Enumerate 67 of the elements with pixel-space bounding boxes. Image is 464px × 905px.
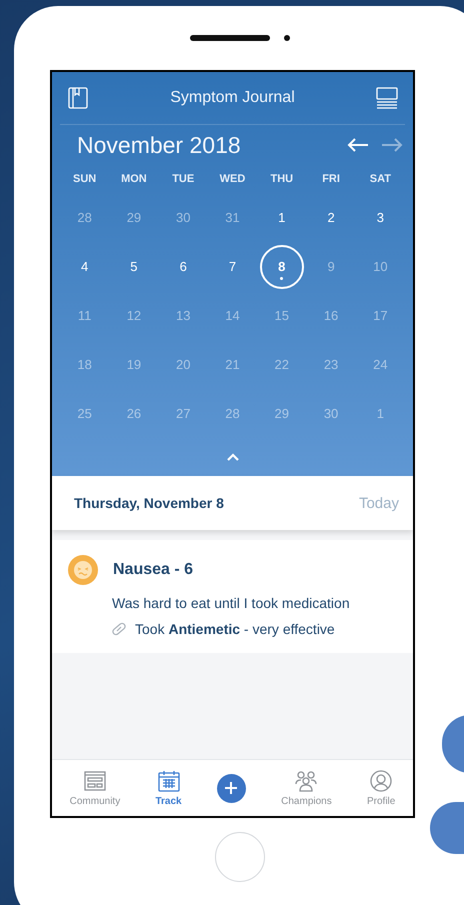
month-title: November 2018 bbox=[77, 132, 241, 158]
weekday-label: SUN bbox=[73, 173, 96, 185]
tab-item[interactable]: Community bbox=[70, 770, 120, 806]
screen-title: Symptom Journal bbox=[170, 89, 295, 107]
medication-note: Took Antiemetic - very effective bbox=[135, 621, 335, 637]
entry-note: Was hard to eat until I took medication bbox=[111, 595, 351, 611]
layout-icon bbox=[84, 770, 106, 792]
calendar-day[interactable]: 6 bbox=[161, 244, 206, 288]
list-view-icon[interactable] bbox=[376, 87, 398, 109]
weekday-label: TUE bbox=[172, 173, 194, 185]
weekday-label: FRI bbox=[322, 173, 340, 185]
calendar-day[interactable]: 26 bbox=[112, 392, 156, 436]
tab-item[interactable]: Champions bbox=[281, 770, 332, 806]
calendar-day[interactable]: 29 bbox=[112, 196, 156, 240]
calendar-day[interactable]: 24 bbox=[358, 342, 402, 386]
symptom-title: Nausea - 6 bbox=[113, 561, 194, 579]
calendar-day[interactable]: 25 bbox=[62, 392, 107, 436]
calendar-day[interactable]: 10 bbox=[358, 244, 402, 288]
calendar-day[interactable]: 23 bbox=[309, 342, 354, 386]
calendar-day[interactable]: 28 bbox=[62, 196, 107, 240]
entry-card[interactable]: Nausea - 6 Was hard to eat until I took medication Took Antiemetic - very effective bbox=[52, 540, 413, 653]
calendar-day[interactable]: 30 bbox=[161, 196, 206, 240]
calendar-day[interactable]: 7 bbox=[210, 244, 254, 288]
calendar-day[interactable]: 2 bbox=[309, 196, 354, 240]
user-icon bbox=[370, 770, 392, 792]
calendar-day[interactable]: 18 bbox=[62, 342, 107, 386]
weekday-label: SAT bbox=[370, 173, 391, 185]
calendar-day[interactable]: 19 bbox=[112, 342, 156, 386]
calendar-day[interactable]: 30 bbox=[309, 392, 354, 436]
calendar-day[interactable]: 20 bbox=[161, 342, 206, 386]
weekday-label: THU bbox=[270, 173, 294, 185]
people-icon bbox=[294, 770, 318, 792]
pill-icon bbox=[111, 621, 127, 637]
calendar-day[interactable]: 4 bbox=[62, 244, 107, 288]
weekday-label: MON bbox=[121, 173, 147, 185]
weekday-label: WED bbox=[220, 173, 246, 185]
calendar-day[interactable]: 11 bbox=[62, 294, 107, 338]
calendar-day[interactable]: 14 bbox=[210, 294, 254, 338]
calendar-day[interactable]: 22 bbox=[260, 342, 304, 386]
book-icon[interactable] bbox=[67, 87, 89, 109]
calendar-day[interactable]: 17 bbox=[358, 294, 402, 338]
calendar-day[interactable]: 29 bbox=[260, 392, 304, 436]
today-link[interactable]: Today bbox=[358, 494, 399, 512]
camera-dot bbox=[284, 35, 290, 41]
calendar-day[interactable]: 1 bbox=[260, 196, 304, 240]
calendar-day[interactable]: 13 bbox=[161, 294, 206, 338]
tab-item[interactable]: Profile bbox=[367, 770, 396, 806]
calendar-day[interactable]: 16 bbox=[309, 294, 354, 338]
previous-month-arrow-icon[interactable] bbox=[347, 138, 369, 152]
nauseous-face-icon bbox=[68, 555, 98, 585]
calendar-day[interactable]: 15 bbox=[260, 294, 304, 338]
calendar-day[interactable]: 12 bbox=[112, 294, 156, 338]
tab-item[interactable]: Track bbox=[155, 770, 182, 806]
calendar-icon bbox=[158, 770, 180, 792]
add-button[interactable] bbox=[216, 774, 246, 802]
chevron-up-icon[interactable] bbox=[226, 453, 238, 461]
selected-date: Thursday, November 8 bbox=[74, 495, 224, 511]
calendar-day[interactable]: 8 bbox=[260, 244, 304, 288]
calendar-day[interactable]: 31 bbox=[210, 196, 254, 240]
calendar-day[interactable]: 27 bbox=[161, 392, 206, 436]
plus-icon bbox=[224, 781, 238, 795]
calendar-day[interactable]: 21 bbox=[210, 342, 254, 386]
calendar-day[interactable]: 9 bbox=[309, 244, 354, 288]
calendar-day[interactable]: 1 bbox=[358, 392, 402, 436]
calendar-day[interactable]: 28 bbox=[210, 392, 254, 436]
calendar-day[interactable]: 5 bbox=[112, 244, 156, 288]
calendar-day[interactable]: 3 bbox=[358, 196, 402, 240]
